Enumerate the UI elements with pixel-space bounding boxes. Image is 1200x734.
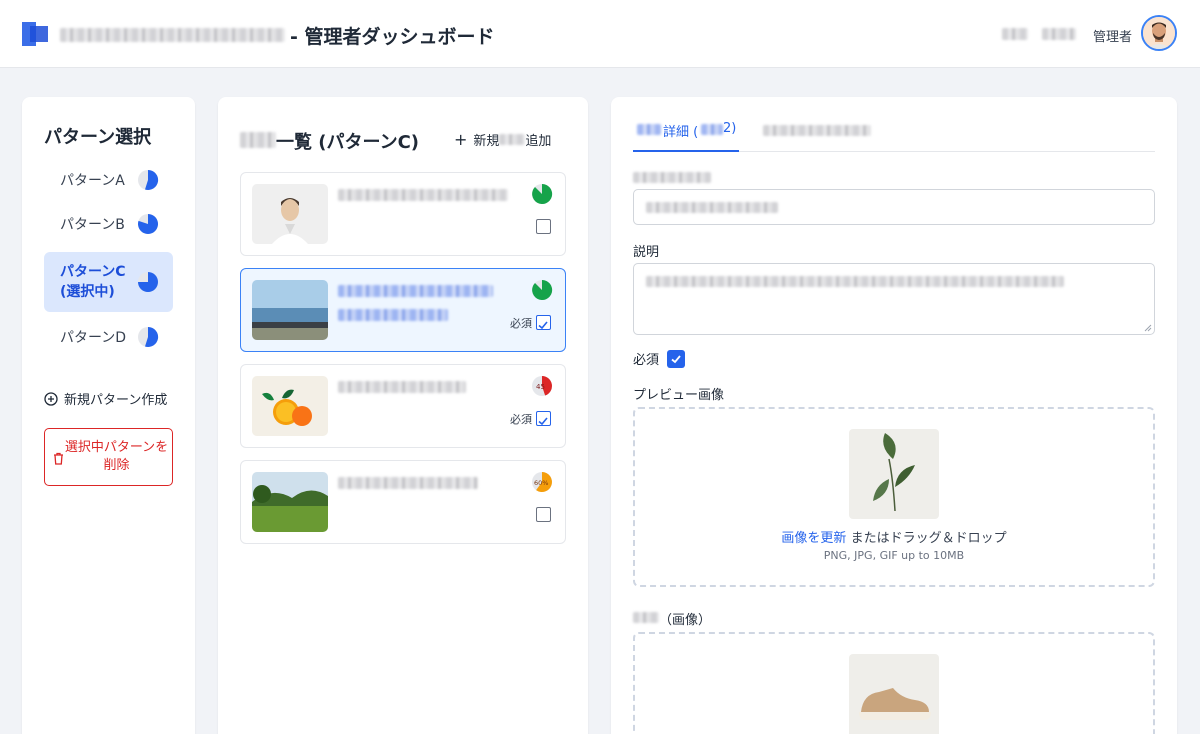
new-pattern-label: 新規パターン作成: [64, 393, 168, 408]
list-item[interactable]: [240, 172, 566, 256]
add-item-suffix: 追加: [525, 134, 552, 149]
preview-dropzone[interactable]: 画像を更新 またはドラッグ＆ドロップ PNG, JPG, GIF up to 1…: [633, 407, 1155, 587]
name-input[interactable]: [633, 189, 1155, 225]
pattern-label: パターンB: [60, 217, 125, 233]
redacted-title: [338, 381, 466, 393]
pattern-label: パターンD: [60, 330, 127, 346]
progress-pie-icon: 60%: [532, 472, 552, 492]
list-item[interactable]: 45 必須: [240, 364, 566, 448]
required-label: 必須: [510, 413, 532, 426]
pattern-label-line1: パターンC: [60, 264, 126, 280]
detail-tabs: 詳細 ( 2): [633, 111, 1155, 152]
description-textarea[interactable]: [633, 263, 1155, 335]
plus-icon: +: [454, 130, 468, 149]
redacted-title: [338, 477, 478, 489]
pattern-label: パターンA: [60, 173, 125, 189]
list-panel: 一覧 (パターンC) + 新規 追加 必須 45 必須 60%: [218, 97, 588, 734]
preview-label: プレビュー画像: [633, 388, 725, 403]
list-item[interactable]: 60%: [240, 460, 566, 544]
progress-pie-icon: [532, 183, 553, 204]
pattern-panel: パターン選択 パターンA パターンB パターンC (選択中) パターンD 新規パ…: [22, 97, 195, 734]
upload-hint: PNG, JPG, GIF up to 10MB: [823, 549, 965, 562]
seaside-thumbnail: [252, 280, 328, 340]
redacted-field-label: [633, 172, 711, 183]
redacted-tab-text: [701, 124, 723, 135]
delete-pattern-button[interactable]: 選択中パターンを削除: [44, 428, 173, 486]
check-icon: [671, 354, 681, 363]
shoe-preview-image: [849, 654, 939, 734]
leaf-preview-image: [849, 429, 939, 519]
check-icon: [538, 417, 548, 426]
tab-redacted[interactable]: [763, 125, 871, 136]
add-item-prefix: 新規: [473, 134, 500, 149]
pattern-item-c[interactable]: パターンC (選択中): [44, 252, 173, 312]
pattern-item-d[interactable]: パターンD: [44, 320, 173, 354]
required-checkbox[interactable]: [536, 507, 551, 522]
pattern-label-line2: (選択中): [60, 284, 115, 300]
person-thumbnail: [252, 184, 328, 244]
redacted-subtitle: [338, 309, 448, 321]
tab-detail-label-end: 2): [723, 121, 737, 136]
user-role: 管理者: [1093, 30, 1133, 45]
drag-drop-text: またはドラッグ＆ドロップ: [846, 531, 1007, 546]
svg-text:45: 45: [536, 383, 545, 391]
redacted-user-text: [1002, 28, 1028, 40]
progress-pie-icon: [138, 169, 159, 190]
redacted-user-text: [1042, 28, 1076, 40]
upload-instructions: 画像を更新 またはドラッグ＆ドロップ: [635, 527, 1153, 546]
pattern-label: パターンC (選択中): [60, 262, 126, 302]
redacted-title: [338, 189, 508, 201]
image-dropzone[interactable]: [633, 632, 1155, 734]
svg-text:60%: 60%: [534, 479, 548, 487]
delete-pattern-label: 選択中パターンを削除: [64, 440, 169, 473]
park-thumbnail: [252, 472, 328, 532]
progress-pie-icon: 45: [532, 376, 552, 396]
redacted-list-name: [240, 132, 276, 148]
plus-circle-icon: [44, 391, 58, 406]
detail-panel: 詳細 ( 2) 説明 必須 プレビュー画像 画像を更新 またはドラッグ＆ドロップ…: [611, 97, 1177, 734]
pattern-item-b[interactable]: パターンB: [44, 207, 173, 241]
orange-thumbnail: [252, 376, 328, 436]
update-image-link[interactable]: 画像を更新: [781, 531, 846, 546]
redacted-tab-text: [637, 124, 661, 135]
redacted-item-name: [499, 134, 526, 145]
description-label: 説明: [633, 245, 660, 260]
top-header: - 管理者ダッシュボード 管理者: [0, 0, 1200, 68]
required-label: 必須: [510, 317, 532, 330]
required-label: 必須: [633, 353, 660, 368]
redacted-app-name: [60, 28, 285, 42]
app-logo[interactable]: [22, 22, 48, 46]
check-icon: [538, 321, 548, 330]
image-field-label: （画像）: [659, 613, 712, 628]
list-item-selected[interactable]: 必須: [240, 268, 566, 352]
required-checkbox[interactable]: [536, 219, 551, 234]
trash-icon: [54, 452, 63, 465]
progress-pie-icon: [532, 279, 553, 300]
avatar[interactable]: [1141, 15, 1177, 51]
tab-detail[interactable]: 詳細 ( 2): [633, 111, 739, 152]
tab-detail-label: 詳細 (: [663, 125, 699, 140]
page-title: - 管理者ダッシュボード: [290, 26, 495, 48]
list-title: 一覧 (パターンC): [276, 132, 420, 153]
redacted-description: [646, 276, 1064, 287]
progress-pie-icon: [138, 326, 159, 347]
progress-pie-icon: [138, 272, 158, 292]
required-checkbox[interactable]: [536, 411, 551, 426]
required-checkbox[interactable]: [667, 349, 686, 368]
redacted-input-value: [646, 202, 778, 213]
new-pattern-button[interactable]: 新規パターン作成: [44, 389, 167, 408]
progress-pie-icon: [138, 214, 159, 234]
add-item-button[interactable]: + 新規 追加: [454, 130, 551, 149]
redacted-field-label: [633, 612, 659, 623]
pattern-item-a[interactable]: パターンA: [44, 163, 173, 197]
required-row: 必須: [633, 349, 686, 368]
required-checkbox[interactable]: [536, 315, 551, 330]
redacted-title: [338, 285, 493, 297]
pattern-panel-title: パターン選択: [44, 127, 152, 148]
resize-handle-icon[interactable]: [1144, 324, 1152, 332]
